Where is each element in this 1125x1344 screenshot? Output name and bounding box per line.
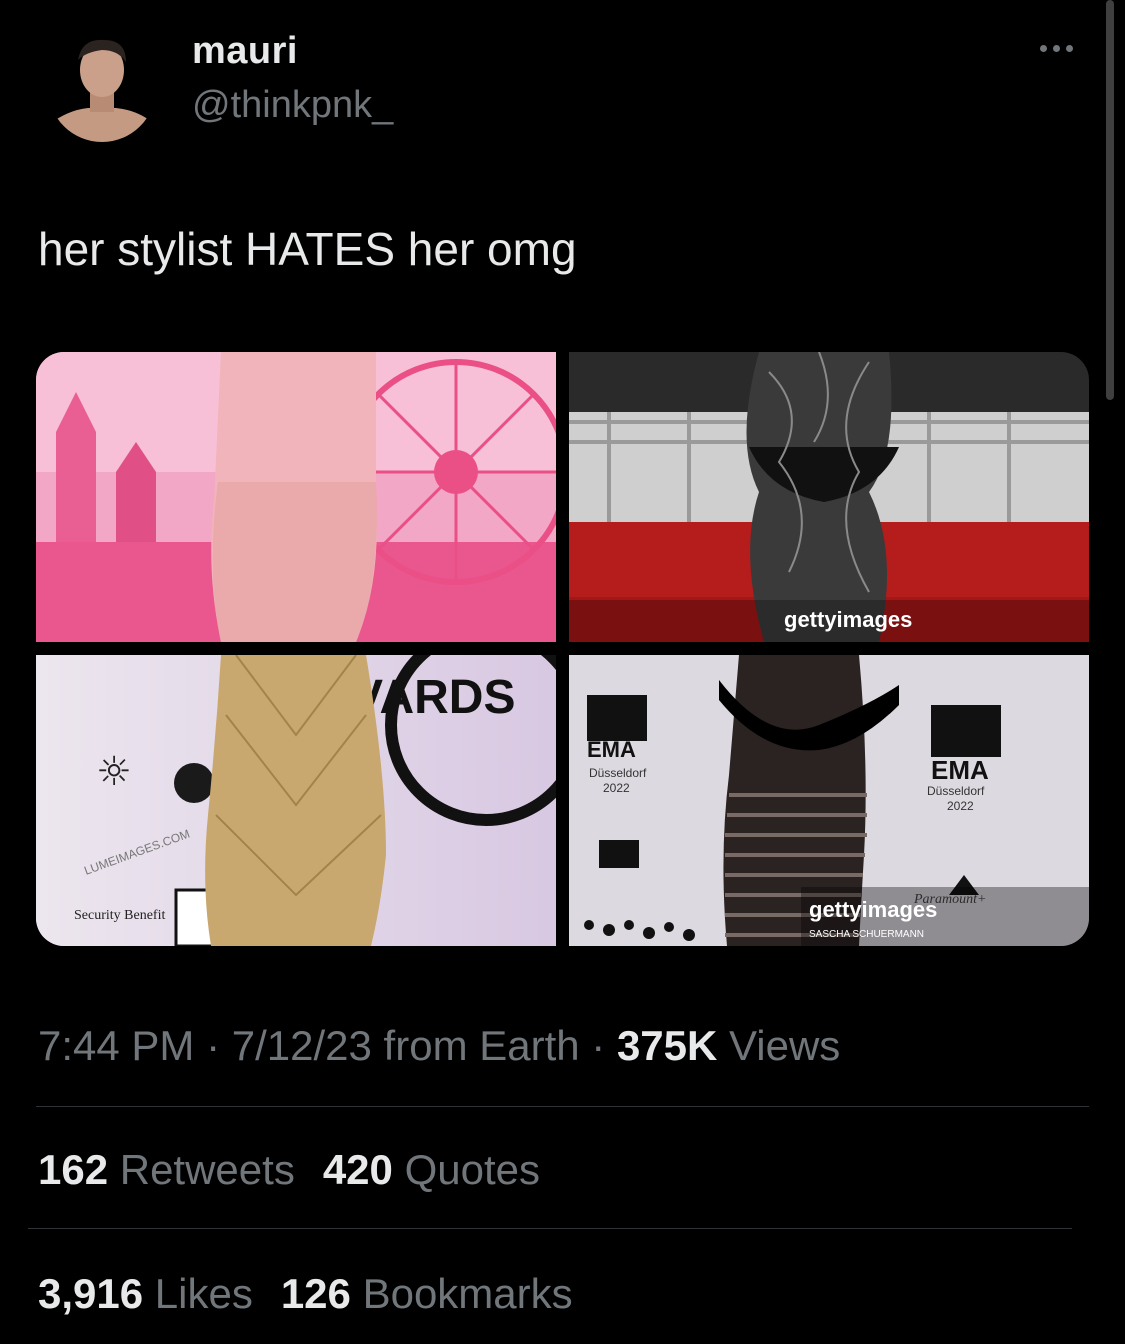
views-label: Views xyxy=(717,1022,841,1069)
stats-row-1: 162 Retweets 420 Quotes xyxy=(38,1146,540,1194)
getty-watermark-2: gettyimages xyxy=(809,897,937,922)
avatar[interactable] xyxy=(48,30,156,142)
tweet-meta: 7:44 PM · 7/12/23 from Earth · 375K View… xyxy=(38,1022,841,1069)
divider xyxy=(28,1228,1072,1229)
media-image-4[interactable]: EMA Düsseldorf 2022 EMA Düsseldorf 2022 … xyxy=(569,655,1089,946)
photo-credit: SASCHA SCHUERMANN xyxy=(809,929,924,940)
scrollbar[interactable] xyxy=(1106,0,1114,400)
quotes-link[interactable]: 420 Quotes xyxy=(323,1146,540,1193)
svg-text:Düsseldorf: Düsseldorf xyxy=(927,784,985,798)
bookmarks-link[interactable]: 126 Bookmarks xyxy=(281,1270,573,1317)
media-image-3[interactable]: VARDS ☼ Security Benefit LUMEIMAGES.COM xyxy=(36,655,556,946)
ema-logo-right: EMA xyxy=(931,755,989,785)
author-handle[interactable]: @thinkpnk_ xyxy=(192,84,393,127)
media-grid[interactable]: gettyimages VARDS ☼ Security Benefit LUM… xyxy=(36,352,1089,946)
tweet-source: from Earth xyxy=(371,1022,580,1069)
getty-watermark: gettyimages xyxy=(784,607,912,632)
more-options-icon[interactable] xyxy=(1040,40,1084,56)
tweet-date[interactable]: 7/12/23 xyxy=(232,1022,372,1069)
retweets-link[interactable]: 162 Retweets xyxy=(38,1146,295,1193)
stats-row-2: 3,916 Likes 126 Bookmarks xyxy=(38,1270,573,1318)
media-image-2[interactable]: gettyimages xyxy=(569,352,1089,642)
media-image-1[interactable] xyxy=(36,352,556,642)
svg-text:Düsseldorf: Düsseldorf xyxy=(589,766,647,780)
security-benefit-logo: Security Benefit xyxy=(74,908,165,923)
ema-logo-left: EMA xyxy=(587,737,636,762)
tweet-time[interactable]: 7:44 PM xyxy=(38,1022,194,1069)
svg-text:☼: ☼ xyxy=(96,749,132,795)
likes-link[interactable]: 3,916 Likes xyxy=(38,1270,253,1317)
ama-sign-text: VARDS xyxy=(351,671,515,724)
author-name[interactable]: mauri xyxy=(192,30,298,73)
svg-text:2022: 2022 xyxy=(603,781,630,795)
views-count: 375K xyxy=(616,1022,718,1069)
svg-text:2022: 2022 xyxy=(947,799,974,813)
divider xyxy=(36,1106,1089,1107)
tweet-text: her stylist HATES her omg xyxy=(38,223,577,275)
